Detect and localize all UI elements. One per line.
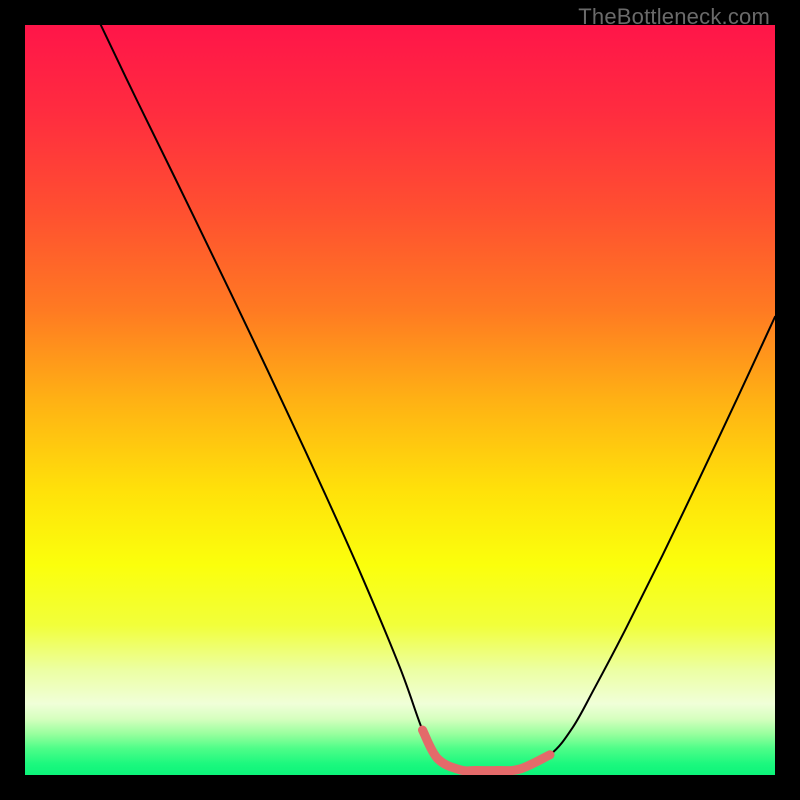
curve-layer <box>25 25 775 775</box>
bottleneck-curve <box>101 25 775 771</box>
plot-area <box>25 25 775 775</box>
bottleneck-minimum-highlight <box>423 730 551 771</box>
watermark-text: TheBottleneck.com <box>578 4 770 30</box>
chart-frame: TheBottleneck.com <box>0 0 800 800</box>
